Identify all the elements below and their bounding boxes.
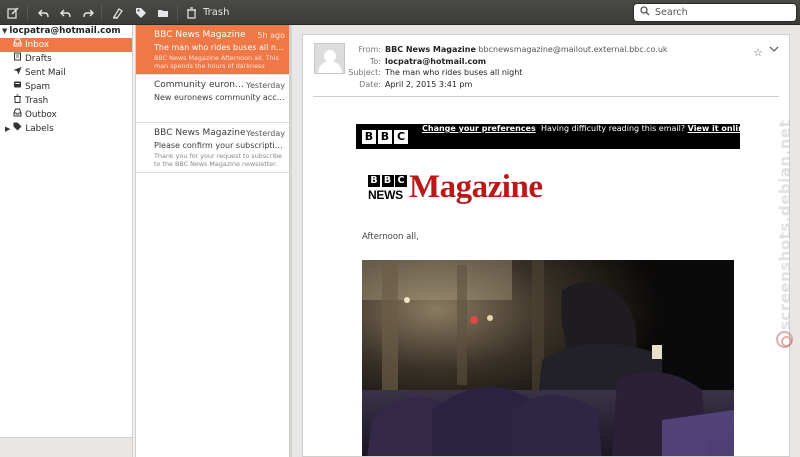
folder-label: Spam (25, 82, 51, 92)
folder-outbox[interactable]: Outbox (0, 108, 132, 122)
mark-icon[interactable] (107, 3, 128, 22)
star-icon[interactable]: ☆ (753, 46, 763, 59)
folder-sent-mail[interactable]: Sent Mail (0, 66, 132, 80)
forward-icon[interactable] (77, 3, 98, 22)
tag-icon[interactable] (130, 3, 151, 22)
watermark-text: screenshots.debian.net (776, 119, 794, 330)
expand-triangle-icon[interactable]: ▼ (2, 25, 7, 38)
date-value: April 2, 2015 3:41 pm (385, 79, 473, 89)
compose-icon[interactable] (2, 3, 23, 22)
labels-row[interactable]: ▶ Labels (0, 122, 132, 136)
toolbar-separator (27, 4, 28, 21)
email-banner: B B C Change your preferences Having dif… (356, 124, 749, 149)
subject-label: Subject: (348, 68, 381, 77)
folder-label: Inbox (25, 40, 50, 50)
from-label: From: (358, 45, 381, 54)
trash-button-label: Trash (203, 7, 230, 18)
folder-label: Outbox (25, 110, 57, 120)
article-photo (362, 260, 734, 456)
email-greeting: Afternoon all, (362, 232, 419, 242)
sender-avatar (314, 43, 345, 74)
list-item[interactable]: BBC News Magazine 5h ago The man who rid… (136, 25, 289, 75)
folder-spam[interactable]: Spam (0, 80, 132, 94)
folder-drafts[interactable]: Drafts (0, 52, 132, 66)
header-divider (313, 96, 779, 97)
list-item[interactable]: BBC News Magazine Yesterday Please confi… (136, 123, 289, 173)
message-sender: BBC News Magazine (154, 128, 246, 138)
tag-icon (12, 122, 23, 136)
message-subject: The man who rides buses all night (154, 43, 285, 52)
message-time: 5h ago (257, 31, 285, 40)
inbox-icon (12, 38, 23, 52)
labels-label: Labels (25, 124, 54, 134)
folder-inbox[interactable]: Inbox (0, 38, 132, 52)
debian-screenshots-logo (776, 331, 793, 348)
outbox-icon (12, 108, 23, 122)
subject-value: The man who rides buses all night (385, 68, 523, 77)
message-preview (154, 104, 285, 120)
message-subject: New euronews community account in... (154, 93, 285, 102)
bbc-logo: B B C (362, 130, 408, 144)
change-preferences-link[interactable]: Change your preferences (422, 124, 536, 134)
date-label: Date: (359, 79, 381, 89)
trash-button[interactable]: Trash (182, 3, 233, 22)
to-value[interactable]: locpatra@hotmail.com (385, 56, 486, 68)
view-online-link[interactable]: View it online (688, 124, 750, 133)
trash-icon (12, 94, 23, 108)
folder-pane-footer (0, 437, 133, 457)
search-box[interactable] (633, 3, 797, 22)
sent-icon (12, 66, 23, 80)
difficulty-text: Having difficulty reading this email? (541, 124, 686, 133)
message-preview: BBC News Magazine Afternoon all, This ma… (154, 54, 279, 70)
toolbar: Trash (0, 0, 800, 25)
message-time: Yesterday (246, 81, 285, 90)
folder-label: Trash (25, 96, 49, 106)
toolbar-separator (177, 4, 178, 21)
trash-icon (187, 6, 196, 19)
account-name: locpatra@hotmail.com (9, 26, 121, 36)
folder-label: Drafts (25, 54, 52, 64)
list-item[interactable]: Community euronews Yesterday New euronew… (136, 75, 289, 123)
spam-icon (12, 80, 23, 94)
folder-label: Sent Mail (25, 68, 66, 78)
reply-icon[interactable] (33, 3, 54, 22)
expand-triangle-icon[interactable]: ▶ (5, 122, 10, 136)
from-email[interactable]: bbcnewsmagazine@mailout.external.bbc.co.… (478, 44, 667, 56)
message-viewer: From: BBC News Magazine bbcnewsmagazine@… (302, 34, 790, 457)
toolbar-separator (101, 4, 102, 21)
reply-all-icon[interactable] (55, 3, 76, 22)
folder-move-icon[interactable] (152, 3, 173, 22)
search-icon (640, 6, 650, 19)
folder-trash[interactable]: Trash (0, 94, 132, 108)
to-label: To: (369, 56, 381, 66)
chevron-down-icon[interactable] (769, 46, 779, 56)
account-row[interactable]: ▼ locpatra@hotmail.com (0, 25, 132, 38)
from-name[interactable]: BBC News Magazine (385, 44, 476, 56)
folder-pane: ▼ locpatra@hotmail.com Inbox Drafts Sent… (0, 25, 133, 437)
message-preview: Thank you for your request to subscribe … (154, 152, 283, 168)
message-sender: Community euronews (154, 80, 246, 90)
difficulty-notice: Having difficulty reading this email? Vi… (541, 124, 749, 134)
search-input[interactable] (655, 7, 785, 18)
drafts-icon (12, 52, 23, 66)
message-subject: Please confirm your subscription to t... (154, 141, 285, 150)
message-time: Yesterday (246, 129, 285, 138)
message-sender: BBC News Magazine (154, 30, 246, 40)
message-list: BBC News Magazine 5h ago The man who rid… (135, 25, 290, 457)
message-headers: From: BBC News Magazine bbcnewsmagazine@… (347, 44, 667, 90)
